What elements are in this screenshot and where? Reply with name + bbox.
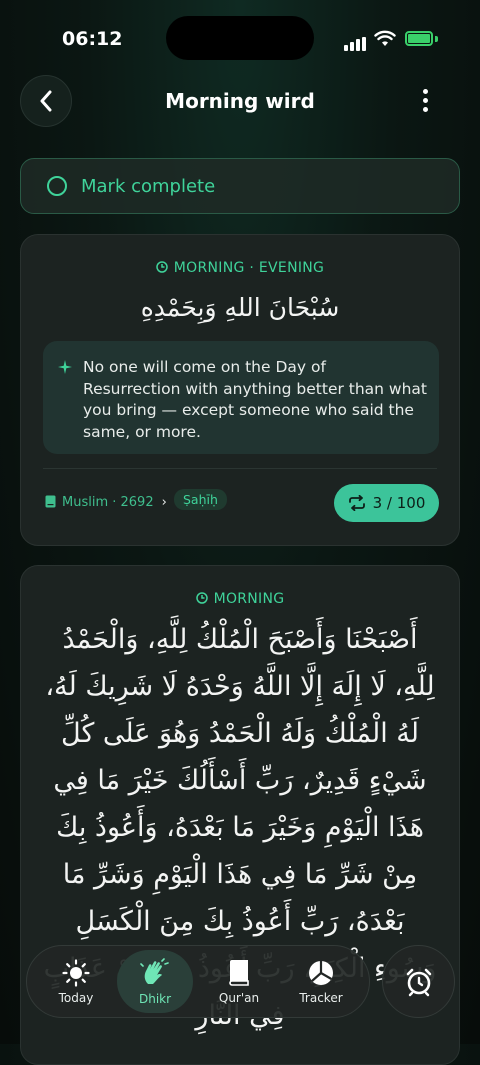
sun-icon — [62, 958, 90, 987]
repeat-icon — [348, 495, 365, 511]
more-dot — [422, 88, 428, 94]
nav-item-dhikr[interactable]: Dhikr — [117, 950, 193, 1013]
battery-icon — [405, 31, 433, 46]
mark-complete-button[interactable]: Mark complete — [20, 158, 460, 214]
pie-chart-icon — [309, 960, 333, 985]
book-icon — [45, 495, 56, 508]
source-link[interactable]: Muslim · 2692 › — [45, 495, 167, 510]
grade-badge: Ṣaḥīḥ — [174, 489, 227, 510]
clock-icon — [195, 592, 208, 604]
nav-label: Today — [58, 990, 94, 1005]
source-label: Muslim · 2692 — [62, 495, 154, 510]
status-bar: 06:12 — [0, 0, 480, 80]
circle-check-icon — [47, 176, 67, 196]
alarm-button[interactable] — [382, 945, 455, 1018]
nav-label: Tracker — [299, 990, 343, 1005]
virtue-box: No one will come on the Day of Resurrect… — [43, 341, 439, 454]
time-tag-label: MORNING · EVENING — [173, 260, 325, 276]
nav-label: Qur'an — [218, 990, 260, 1005]
battery-tip — [435, 36, 438, 42]
counter-label: 3 / 100 — [372, 494, 426, 512]
more-options-button[interactable] — [410, 80, 440, 120]
hands-icon — [140, 957, 169, 984]
cellular-signal-icon — [344, 32, 368, 51]
time-tag-label: MORNING — [213, 591, 285, 607]
sparkle-icon — [58, 360, 72, 374]
chevron-right-icon: › — [161, 495, 167, 510]
clock-icon — [156, 261, 168, 273]
arabic-text: سُبْحَانَ اللهِ وَبِحَمْدِهِ — [140, 293, 340, 322]
book-icon — [229, 959, 249, 986]
alarm-clock-icon — [406, 968, 431, 996]
nav-item-tracker[interactable]: Tracker — [283, 946, 359, 1017]
dhikr-card[interactable]: MORNING · EVENING سُبْحَانَ اللهِ وَبِحَ… — [20, 234, 460, 546]
dynamic-island — [166, 16, 314, 60]
time-tag: MORNING — [21, 591, 459, 607]
bottom-nav: Today Dhikr Qur'an Tracker — [26, 945, 370, 1018]
mark-complete-label: Mark complete — [81, 175, 216, 197]
more-dot — [422, 97, 428, 103]
time-tag: MORNING · EVENING — [21, 260, 459, 276]
nav-item-quran[interactable]: Qur'an — [201, 946, 277, 1017]
more-dot — [422, 106, 428, 112]
page-title: Morning wird — [165, 89, 315, 113]
nav-label: Dhikr — [138, 991, 172, 1006]
wifi-icon — [374, 30, 396, 46]
status-time: 06:12 — [62, 28, 123, 50]
repeat-counter-button[interactable]: 3 / 100 — [334, 484, 439, 522]
nav-item-today[interactable]: Today — [38, 946, 114, 1017]
virtue-text: No one will come on the Day of Resurrect… — [83, 358, 428, 441]
divider — [43, 468, 437, 469]
